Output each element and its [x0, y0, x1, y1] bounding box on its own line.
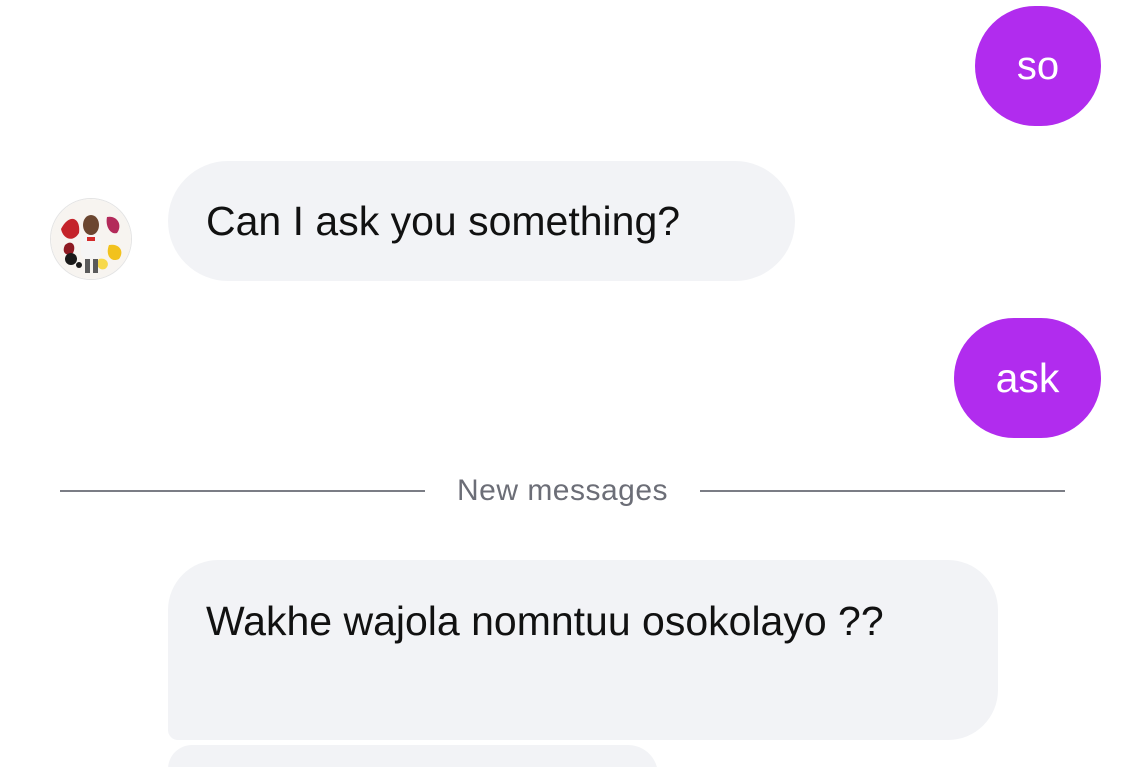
contact-avatar[interactable] — [50, 198, 132, 280]
sent-message-bubble[interactable]: so — [975, 6, 1101, 126]
chat-thread[interactable]: so Can I ask you something? ask New mess… — [0, 0, 1125, 767]
received-message-bubble[interactable]: Wakhe wajola nomntuu osokolayo ?? — [168, 560, 998, 740]
message-text: so — [1016, 44, 1060, 88]
message-text: Can I ask you something? — [206, 198, 681, 244]
message-text: Wakhe wajola nomntuu osokolayo ?? — [206, 598, 884, 644]
avatar-image — [51, 199, 131, 279]
message-text: ask — [995, 355, 1060, 401]
divider-label: New messages — [456, 474, 669, 507]
sent-message-bubble[interactable]: ask — [954, 318, 1101, 438]
received-message-bubble-partial[interactable] — [168, 745, 658, 767]
divider-line-left — [60, 490, 425, 492]
new-messages-divider: New messages — [60, 468, 1066, 514]
received-message-bubble[interactable]: Can I ask you something? — [168, 161, 795, 281]
divider-line-right — [700, 490, 1066, 492]
